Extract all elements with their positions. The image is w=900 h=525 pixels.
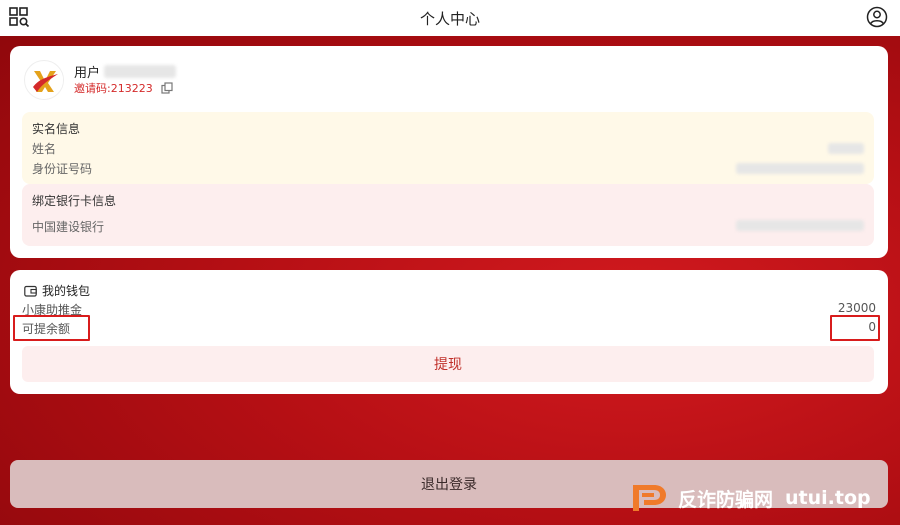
wallet-icon [24,285,37,297]
username-prefix: 用户 [74,66,101,81]
name-value-masked [828,143,864,154]
page-title: 个人中心 [419,9,480,28]
invite-code-row: 邀请码:213223 [74,80,173,96]
id-number-label: 身份证号码 [32,162,93,176]
bank-panel: 绑定银行卡信息 中国建设银行 [22,184,874,246]
scan-grid-icon[interactable] [8,6,30,28]
anti-fraud-logo-icon [633,485,666,511]
bank-heading: 绑定银行卡信息 [32,194,117,208]
withdrawable-label-highlight [13,315,90,341]
fund-value: 23000 [837,301,876,315]
invite-code: 邀请码:213223 [74,82,153,95]
watermark-text: 反诈防骗网 [678,488,774,511]
name-label: 姓名 [32,142,57,156]
id-number-value-masked [736,163,864,174]
masked-phone [104,65,177,78]
wallet-heading: 我的钱包 [24,282,90,299]
withdraw-button[interactable]: 提现 [22,346,874,382]
watermark: 反诈防骗网 utui.top [630,482,871,514]
user-circle-icon[interactable] [866,6,888,28]
brand-logo-avatar [26,62,63,99]
copy-icon[interactable] [161,82,173,94]
wallet-card: 我的钱包 小康助推金 23000 可提余额 0 提现 [10,270,888,394]
avatar[interactable] [24,60,64,100]
bank-card-number-masked [736,220,864,231]
withdrawable-value-highlight [830,315,880,341]
realname-heading: 实名信息 [32,122,81,136]
wallet-heading-label: 我的钱包 [42,284,91,298]
watermark-domain: utui.top [785,487,871,509]
profile-card: 用户 邀请码:213223 实名信息 姓名 身份证号码 绑定银行卡信息 中国建设… [10,46,888,258]
bank-name: 中国建设银行 [32,220,105,234]
realname-panel: 实名信息 姓名 身份证号码 [22,112,874,184]
username: 用户 [74,62,177,81]
top-bar: 个人中心 [0,0,900,36]
